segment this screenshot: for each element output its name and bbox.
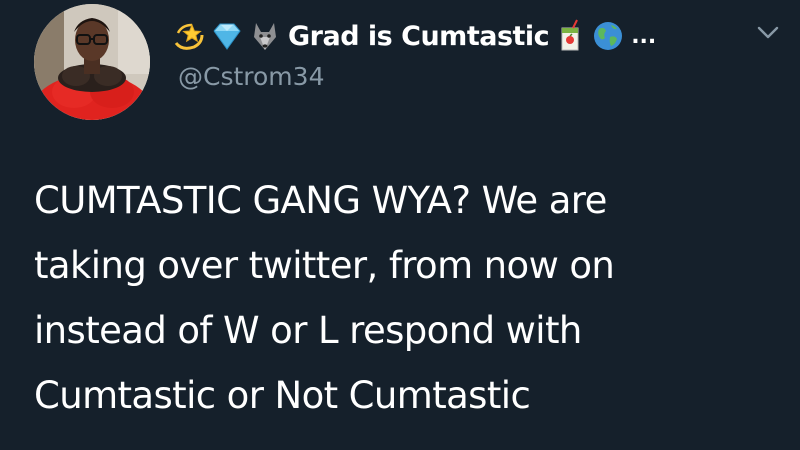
avatar[interactable] (34, 4, 150, 120)
tweet-text-line: taking over twitter, from now on (34, 244, 615, 287)
juice-box-icon (553, 19, 587, 53)
wolf-icon (248, 19, 282, 53)
dizzy-star-icon (172, 19, 206, 53)
chevron-down-icon[interactable] (754, 18, 782, 46)
tweet-text-line: instead of W or L respond with (34, 309, 582, 352)
tweet-text-line: Cumtastic or Not Cumtastic (34, 374, 531, 417)
author-display-name[interactable]: Grad is Cumtastic (288, 21, 550, 52)
globe-icon (591, 19, 625, 53)
name-truncation: ... (631, 23, 657, 49)
author-handle[interactable]: @Cstrom34 (178, 62, 324, 91)
tweet-header: Grad is Cumtastic ... @Cstrom34 (168, 12, 788, 102)
gem-icon (210, 19, 244, 53)
author-name-row[interactable]: Grad is Cumtastic ... (172, 16, 656, 56)
tweet: Grad is Cumtastic ... @Cstrom34 CUMTASTI… (0, 0, 800, 450)
tweet-text-line: CUMTASTIC GANG WYA? We are (34, 179, 607, 222)
tweet-text: CUMTASTIC GANG WYA? We are taking over t… (34, 168, 774, 428)
